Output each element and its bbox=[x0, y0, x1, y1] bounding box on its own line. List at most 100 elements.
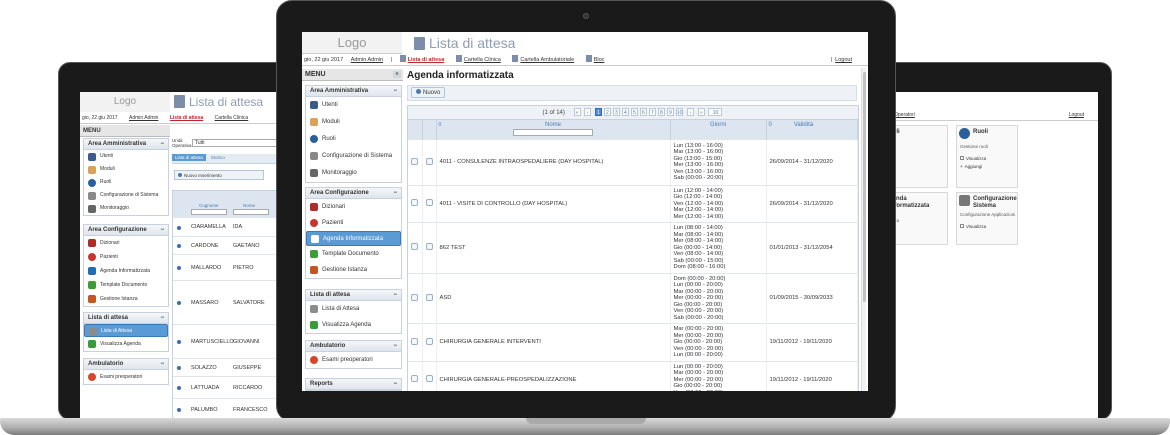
menu-item-monitoraggio[interactable]: Monitoraggio bbox=[306, 165, 401, 182]
collapse-icon[interactable]: − bbox=[393, 379, 397, 390]
tab-storico[interactable]: Storico bbox=[208, 154, 228, 161]
logout-link-right[interactable]: Logout bbox=[1069, 109, 1084, 121]
menu-item-visualizza-agenda[interactable]: Visualizza Agenda bbox=[306, 317, 401, 333]
expand-icon[interactable] bbox=[177, 225, 181, 230]
new-entry-button[interactable]: Nuovo Inserimento bbox=[174, 170, 264, 180]
expand-icon[interactable] bbox=[177, 366, 181, 370]
table-row[interactable]: 4011 - VISITE DI CONTROLLO (DAY HOSPITAL… bbox=[408, 184, 858, 223]
user-link[interactable]: Admin Admin bbox=[351, 54, 383, 66]
ruoli-aggiungi-link[interactable]: + Aggiungi bbox=[960, 163, 1017, 171]
search-icon[interactable] bbox=[411, 157, 419, 165]
tile-configurazione[interactable]: Configurazione Sistema Configurazione Ap… bbox=[956, 192, 1018, 245]
expand-icon[interactable] bbox=[177, 301, 181, 305]
left-menu-pazienti[interactable]: Pazienti bbox=[84, 250, 168, 264]
edit-icon[interactable] bbox=[425, 337, 433, 345]
prev-page-button[interactable]: ‹ bbox=[584, 108, 592, 116]
page-button[interactable]: 7 bbox=[648, 108, 656, 116]
table-row[interactable]: 862 TEST Lun (08:00 - 14:00) Mar (08:00 -… bbox=[408, 222, 858, 273]
tile-agenda[interactable]: genda informatizzata lizza bbox=[890, 192, 948, 245]
table-row[interactable]: ASD Dom (00:00 - 20:00) Lun (00:00 - 20:0… bbox=[408, 272, 858, 324]
nav-bloc[interactable]: Bloc bbox=[594, 54, 605, 66]
collapse-icon[interactable]: − bbox=[393, 290, 397, 301]
expand-icon[interactable] bbox=[177, 386, 181, 390]
col-cognome[interactable]: Cognome bbox=[199, 203, 219, 208]
left-menu-moduli[interactable]: Moduli bbox=[84, 163, 168, 176]
logout-link[interactable]: Logout bbox=[835, 54, 852, 66]
user-link[interactable]: Admin Admin bbox=[129, 112, 158, 124]
menu-item-configurazione[interactable]: Configurazione di Sistema bbox=[306, 148, 401, 165]
main-scrollbar[interactable] bbox=[861, 68, 866, 391]
left-menu-monitoraggio[interactable]: Monitoraggio bbox=[84, 202, 168, 215]
page-button[interactable]: 2 bbox=[603, 108, 611, 116]
tab-lista-attesa[interactable]: Lista di attesa bbox=[172, 154, 206, 161]
col-nome[interactable]: Nome bbox=[243, 203, 255, 208]
ruoli-visualizza-link[interactable]: Visualizza bbox=[960, 155, 1017, 163]
left-menu-ruoli[interactable]: Ruoli bbox=[84, 176, 168, 189]
menu-item-lista-attesa[interactable]: Lista di Attesa bbox=[306, 301, 401, 317]
nav-lista-attesa[interactable]: Lista di attesa bbox=[408, 54, 445, 66]
page-button[interactable]: 5 bbox=[630, 108, 638, 116]
menu-item-ruoli[interactable]: Ruoli bbox=[306, 131, 401, 148]
collapse-icon[interactable]: − bbox=[393, 341, 397, 352]
left-menu-utenti[interactable]: Utenti bbox=[84, 150, 168, 163]
nome-filter-input[interactable] bbox=[513, 129, 593, 136]
search-icon[interactable] bbox=[411, 199, 419, 207]
menu-item-pazienti[interactable]: Pazienti bbox=[306, 215, 401, 231]
collapse-icon[interactable]: − bbox=[393, 86, 397, 97]
search-icon[interactable] bbox=[411, 375, 419, 383]
left-menu-dizionari[interactable]: Dizionari bbox=[84, 236, 168, 250]
next-page-button[interactable]: › bbox=[687, 108, 695, 116]
expand-icon[interactable] bbox=[177, 266, 181, 270]
col-validita[interactable]: 0 Validità bbox=[766, 120, 858, 139]
table-row[interactable]: CHIRURGIA GENERALE INTERVENTI Mar (00:00 … bbox=[408, 323, 858, 361]
col-nome[interactable]: 0 Nome bbox=[436, 120, 671, 139]
left-menu-esami[interactable]: Esami preoperatori bbox=[84, 370, 168, 384]
config-visualizza-link[interactable]: Visualizza bbox=[960, 223, 1017, 231]
search-icon[interactable] bbox=[411, 337, 419, 345]
search-icon[interactable] bbox=[411, 243, 419, 251]
page-button[interactable]: 1 bbox=[594, 108, 602, 116]
table-row[interactable]: CHIRURGIA GENERALE-PREOSPEDALIZZAZIONE Lu… bbox=[408, 360, 858, 391]
new-button[interactable]: Nuovo bbox=[411, 87, 446, 98]
rows-per-page-select[interactable]: 10 bbox=[708, 108, 723, 116]
menu-item-gestione[interactable]: Gestione Istanza bbox=[306, 262, 401, 278]
left-menu-configurazione[interactable]: Configurazione di Sistema bbox=[84, 189, 168, 202]
last-page-button[interactable]: » bbox=[697, 108, 705, 116]
first-page-button[interactable]: « bbox=[573, 108, 581, 116]
left-menu-gestione[interactable]: Gestione Istanza bbox=[84, 292, 168, 306]
menu-item-moduli[interactable]: Moduli bbox=[306, 114, 401, 131]
menu-item-dizionari[interactable]: Dizionari bbox=[306, 199, 401, 215]
col-giorni[interactable]: Giorni bbox=[670, 120, 767, 139]
table-row[interactable]: 4011 - CONSULENZE INTRAOSPEDALIERE (DAY … bbox=[408, 138, 858, 185]
search-icon[interactable] bbox=[411, 293, 419, 301]
page-button[interactable]: 9 bbox=[666, 108, 674, 116]
collapse-menu-icon[interactable]: « bbox=[393, 71, 401, 78]
left-menu-template[interactable]: Template Documento bbox=[84, 278, 168, 292]
expand-icon[interactable] bbox=[177, 244, 181, 248]
left-menu-agenda[interactable]: Agenda Informatizzata bbox=[84, 264, 168, 278]
tile-moduli[interactable]: duli bbox=[890, 125, 948, 188]
page-button[interactable]: 10 bbox=[675, 108, 684, 116]
menu-item-utenti[interactable]: Utenti bbox=[306, 97, 401, 114]
nav-cartella-ambulatoriale[interactable]: Cartella Ambulatoriale bbox=[520, 54, 574, 66]
page-button[interactable]: 4 bbox=[621, 108, 629, 116]
nav-cartella-clinica[interactable]: Cartella Clinica bbox=[215, 112, 249, 124]
edit-icon[interactable] bbox=[425, 243, 433, 251]
left-menu-lista-attesa[interactable]: Lista di Attesa bbox=[84, 324, 168, 337]
page-button[interactable]: 6 bbox=[639, 108, 647, 116]
collapse-icon[interactable]: − bbox=[393, 188, 397, 199]
menu-item-template[interactable]: Template Documento bbox=[306, 246, 401, 262]
nav-operatori[interactable]: Operatori bbox=[894, 109, 915, 121]
page-button[interactable]: 3 bbox=[612, 108, 620, 116]
edit-icon[interactable] bbox=[425, 199, 433, 207]
nav-lista-attesa[interactable]: Lista di attesa bbox=[170, 112, 203, 124]
expand-icon[interactable] bbox=[177, 340, 181, 344]
edit-icon[interactable] bbox=[425, 293, 433, 301]
left-menu-visualizza-agenda[interactable]: Visualizza Agenda bbox=[84, 337, 168, 351]
tile-ruoli[interactable]: Ruoli Gestione ruoli Visualizza + Aggiung… bbox=[956, 125, 1018, 188]
nav-cartella-clinica[interactable]: Cartella Clinica bbox=[464, 54, 501, 66]
page-button[interactable]: 8 bbox=[657, 108, 665, 116]
menu-item-esami[interactable]: Esami preoperatori bbox=[306, 352, 401, 368]
menu-item-agenda[interactable]: Agenda Informatizzata bbox=[306, 231, 401, 246]
edit-icon[interactable] bbox=[425, 375, 433, 383]
